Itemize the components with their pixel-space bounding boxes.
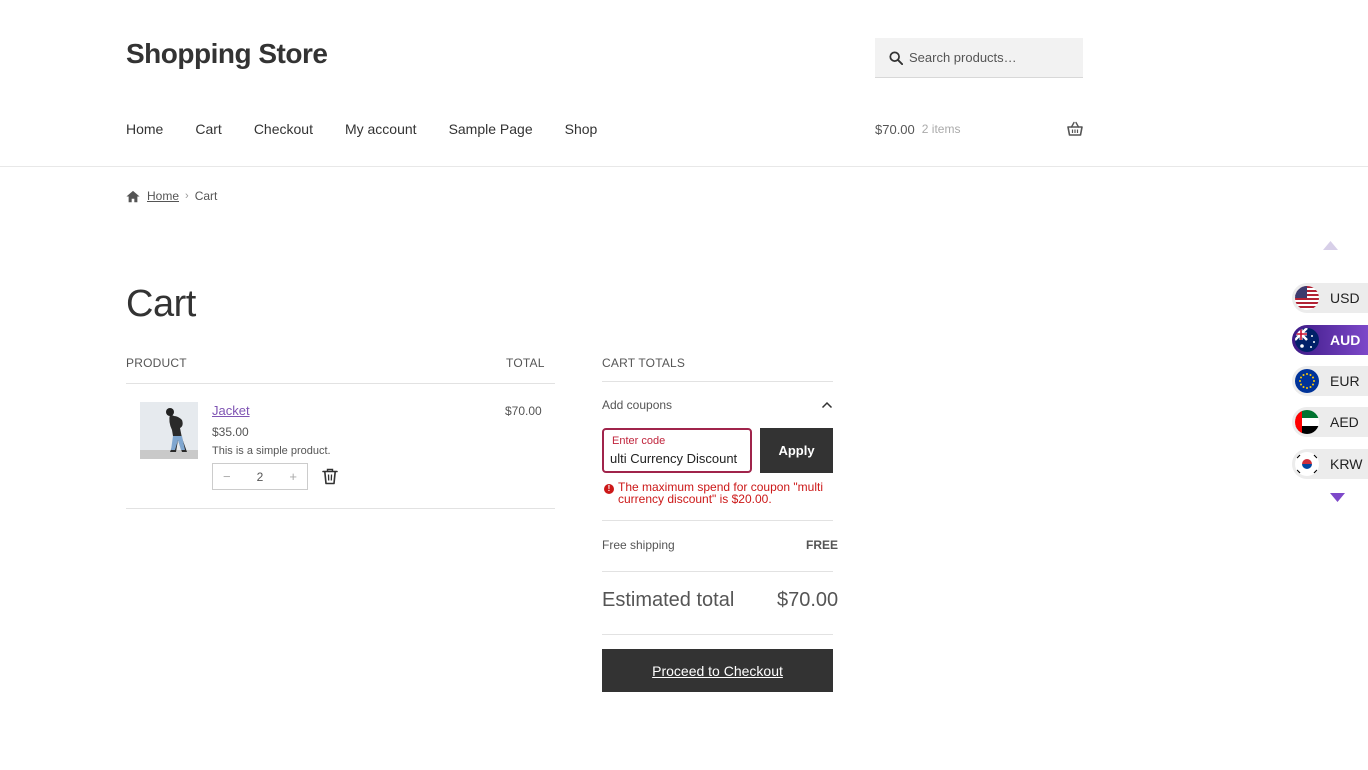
search-input[interactable] bbox=[909, 50, 1079, 65]
proceed-to-checkout-button[interactable]: Proceed to Checkout bbox=[602, 649, 833, 692]
nav-my-account[interactable]: My account bbox=[345, 121, 417, 137]
home-icon bbox=[126, 190, 140, 202]
quantity-decrease-button[interactable]: − bbox=[223, 469, 231, 484]
basket-icon bbox=[1067, 121, 1083, 136]
nav-shop[interactable]: Shop bbox=[565, 121, 598, 137]
us-flag-icon bbox=[1295, 286, 1319, 310]
search-icon bbox=[889, 50, 903, 65]
column-header-total: TOTAL bbox=[506, 356, 545, 370]
eu-flag-icon bbox=[1295, 369, 1319, 393]
nav-home[interactable]: Home bbox=[126, 121, 163, 137]
mini-cart-count: 2 items bbox=[921, 122, 961, 136]
shipping-divider bbox=[602, 571, 833, 572]
table-header-divider bbox=[126, 383, 555, 384]
coupon-error-text: The maximum spend for coupon "multi curr… bbox=[618, 480, 824, 506]
currency-code: AUD bbox=[1330, 332, 1361, 348]
breadcrumb-separator-icon: › bbox=[185, 190, 189, 202]
estimated-total-label: Estimated total bbox=[602, 589, 735, 611]
currency-scroll-up-icon[interactable] bbox=[1323, 240, 1338, 250]
header-divider bbox=[0, 166, 1368, 167]
table-row-divider bbox=[126, 508, 555, 509]
quantity-stepper: − 2 + bbox=[212, 463, 308, 490]
product-price: $35.00 bbox=[212, 425, 249, 439]
add-coupons-label: Add coupons bbox=[602, 398, 673, 412]
primary-nav: Home Cart Checkout My account Sample Pag… bbox=[126, 121, 629, 137]
currency-scroll-down-icon[interactable] bbox=[1330, 493, 1345, 503]
mini-cart[interactable]: $70.00 2 items bbox=[875, 121, 1083, 137]
au-flag-icon bbox=[1295, 328, 1319, 352]
nav-checkout[interactable]: Checkout bbox=[254, 121, 313, 137]
quantity-input[interactable]: 2 bbox=[257, 470, 264, 484]
chevron-up-icon bbox=[821, 401, 833, 409]
breadcrumb-current: Cart bbox=[194, 189, 218, 203]
line-total: $70.00 bbox=[505, 404, 542, 418]
coupon-code-label: Enter code bbox=[612, 435, 666, 447]
coupon-divider bbox=[602, 520, 833, 521]
search-box[interactable] bbox=[875, 38, 1083, 78]
product-description: This is a simple product. bbox=[212, 445, 331, 457]
currency-option-aed[interactable]: AED bbox=[1292, 407, 1368, 437]
site-title[interactable]: Shopping Store bbox=[126, 38, 328, 70]
apply-coupon-button[interactable]: Apply bbox=[760, 428, 833, 473]
totals-divider bbox=[602, 634, 833, 635]
coupon-code-input[interactable]: ulti Currency Discount bbox=[610, 451, 742, 466]
cart-totals-divider bbox=[602, 381, 833, 382]
breadcrumb: Home › Cart bbox=[126, 189, 217, 203]
currency-code: EUR bbox=[1330, 373, 1360, 389]
currency-option-usd[interactable]: USD bbox=[1292, 283, 1368, 313]
nav-cart[interactable]: Cart bbox=[195, 121, 221, 137]
coupon-error-message: ! The maximum spend for coupon "multi cu… bbox=[602, 481, 833, 505]
nav-sample-page[interactable]: Sample Page bbox=[449, 121, 533, 137]
page-title: Cart bbox=[126, 283, 196, 325]
currency-option-aud[interactable]: AUD bbox=[1292, 325, 1368, 355]
ae-flag-icon bbox=[1295, 410, 1319, 434]
shipping-value: FREE bbox=[806, 538, 839, 552]
currency-code: AED bbox=[1330, 414, 1359, 430]
coupon-code-field[interactable]: Enter code ulti Currency Discount bbox=[602, 428, 752, 473]
currency-code: KRW bbox=[1330, 456, 1363, 472]
trash-icon[interactable] bbox=[322, 468, 338, 485]
currency-code: USD bbox=[1330, 290, 1360, 306]
estimated-total-value: $70.00 bbox=[777, 589, 839, 611]
error-icon: ! bbox=[604, 484, 614, 494]
product-name-link[interactable]: Jacket bbox=[212, 403, 250, 418]
currency-option-eur[interactable]: EUR bbox=[1292, 366, 1368, 396]
shipping-label: Free shipping bbox=[602, 538, 675, 552]
mini-cart-amount: $70.00 bbox=[875, 121, 915, 137]
column-header-product: PRODUCT bbox=[126, 356, 187, 370]
currency-option-krw[interactable]: KRW bbox=[1292, 449, 1368, 479]
kr-flag-icon bbox=[1295, 452, 1319, 476]
quantity-increase-button[interactable]: + bbox=[289, 469, 297, 484]
cart-totals-heading: CART TOTALS bbox=[602, 356, 686, 370]
breadcrumb-home-link[interactable]: Home bbox=[147, 189, 179, 203]
add-coupons-toggle[interactable]: Add coupons bbox=[602, 398, 833, 412]
product-thumbnail[interactable] bbox=[140, 402, 198, 459]
